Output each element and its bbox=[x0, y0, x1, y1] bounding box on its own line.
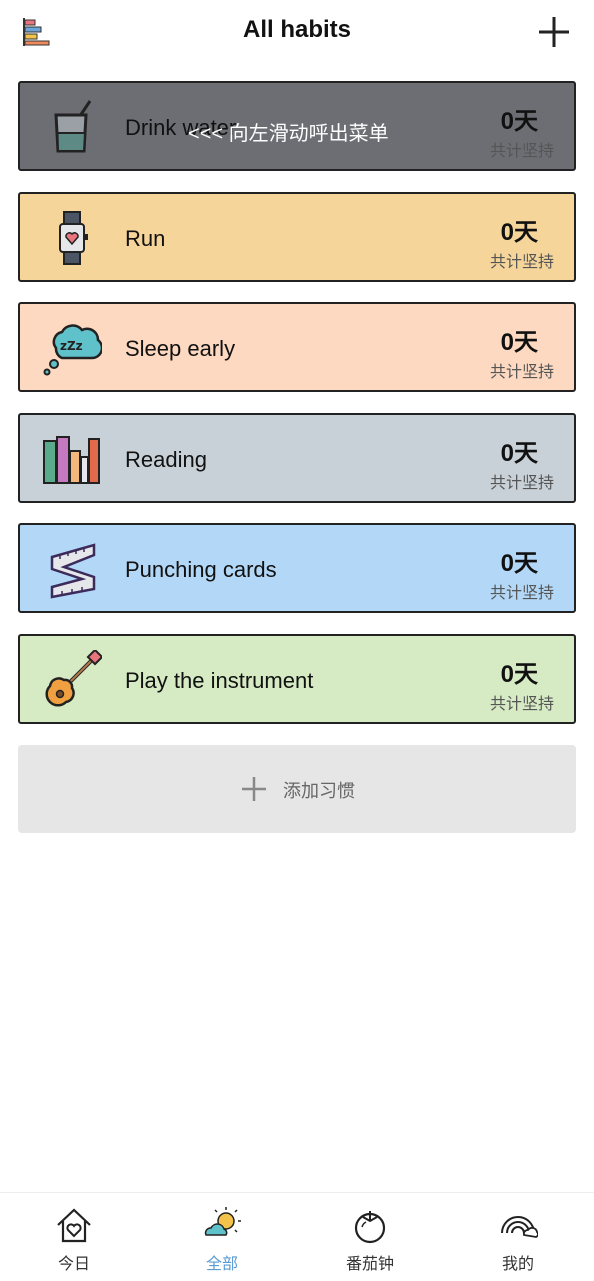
habit-days: 0天 bbox=[500, 329, 538, 356]
add-icon[interactable] bbox=[534, 12, 574, 52]
svg-text:zZz: zZz bbox=[60, 339, 83, 353]
home-heart-icon bbox=[57, 1208, 91, 1243]
tab-today[interactable]: 今日 bbox=[0, 1193, 148, 1281]
bottom-tab-bar: 今日 全部 番茄钟 我的 bbox=[0, 1192, 594, 1281]
add-habit-label: 添加习惯 bbox=[283, 781, 355, 801]
habit-name: Punching cards bbox=[125, 557, 277, 582]
habit-days-label: 共计坚持 bbox=[489, 695, 554, 713]
habit-days-label: 共计坚持 bbox=[489, 364, 554, 381]
habit-card-run[interactable]: Run 0天 共计坚持 bbox=[18, 191, 576, 282]
header: All habits bbox=[0, 0, 594, 64]
habit-card-sleep-early[interactable]: zZz Sleep early 0天 共计坚持 bbox=[18, 302, 576, 392]
tab-all[interactable]: 全部 bbox=[148, 1193, 296, 1281]
habit-card-drink-water[interactable]: Drink water <<< 向左滑动呼出菜单 0天 共计坚持 bbox=[18, 81, 576, 171]
habit-name: Reading bbox=[125, 446, 207, 472]
habit-card-play-instrument[interactable]: Play the instrument 0天 共计坚持 bbox=[18, 633, 576, 724]
tab-label: 全部 bbox=[205, 1256, 238, 1273]
add-habit-button[interactable]: 添加习惯 bbox=[18, 745, 576, 833]
guitar-icon bbox=[45, 649, 102, 707]
habit-days-label: 共计坚持 bbox=[489, 585, 554, 602]
habit-list: Drink water <<< 向左滑动呼出菜单 0天 共计坚持 Run 0天 … bbox=[18, 81, 576, 744]
habit-name: Sleep early bbox=[125, 336, 236, 361]
tab-label: 番茄钟 bbox=[345, 1256, 394, 1273]
habit-days: 0天 bbox=[500, 439, 538, 467]
habit-name: Run bbox=[125, 225, 166, 251]
tab-mine[interactable]: 我的 bbox=[444, 1193, 592, 1281]
weather-icon bbox=[204, 1207, 241, 1236]
tomato-icon bbox=[354, 1211, 386, 1244]
habit-name: Play the instrument bbox=[125, 667, 314, 693]
drink-icon bbox=[54, 100, 92, 153]
measuring-tape-icon bbox=[50, 543, 96, 599]
plus-icon bbox=[242, 777, 266, 801]
tab-label: 我的 bbox=[501, 1256, 534, 1273]
sleep-icon: zZz bbox=[43, 324, 102, 376]
habit-days-label: 共计坚持 bbox=[489, 253, 554, 271]
books-icon bbox=[43, 435, 100, 484]
watch-icon bbox=[59, 210, 88, 265]
habit-card-reading[interactable]: Reading 0天 共计坚持 bbox=[18, 412, 576, 503]
habit-days: 0天 bbox=[500, 660, 538, 688]
rainbow-icon bbox=[501, 1216, 538, 1238]
habit-days-label: 共计坚持 bbox=[489, 143, 554, 160]
swipe-hint: <<< 向左滑动呼出菜单 bbox=[188, 123, 389, 145]
habit-card-punching-cards[interactable]: Punching cards 0天 共计坚持 bbox=[18, 523, 576, 613]
page-title: All habits bbox=[242, 16, 351, 43]
habit-days: 0天 bbox=[500, 108, 538, 135]
habit-days-label: 共计坚持 bbox=[489, 474, 554, 492]
tab-pomodoro[interactable]: 番茄钟 bbox=[296, 1193, 444, 1281]
habit-days: 0天 bbox=[500, 218, 538, 246]
habit-days: 0天 bbox=[500, 550, 538, 577]
tab-label: 今日 bbox=[57, 1256, 90, 1273]
